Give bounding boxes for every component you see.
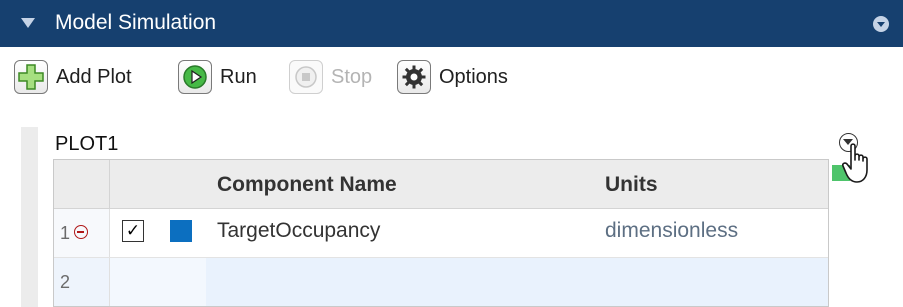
row-number-cell: 1	[54, 209, 110, 257]
row-number: 2	[60, 272, 71, 292]
plot-panel: PLOT1 Component Name Units 1 ✓ TargetOcc…	[0, 110, 903, 307]
panel-header: Model Simulation	[0, 0, 903, 47]
table-header: Component Name Units	[54, 160, 828, 209]
plot-table: Component Name Units 1 ✓ TargetOccupancy…	[53, 159, 829, 307]
stop-icon	[289, 60, 323, 94]
column-header-units[interactable]: Units	[605, 173, 658, 197]
add-plot-button[interactable]: Add Plot	[14, 56, 132, 98]
stop-button[interactable]: Stop	[289, 56, 372, 98]
component-name-cell[interactable]: TargetOccupancy	[217, 219, 380, 243]
run-label: Run	[220, 65, 257, 88]
panel-menu-icon[interactable]	[873, 16, 889, 32]
run-icon	[178, 60, 212, 94]
stop-label: Stop	[331, 65, 373, 88]
gear-icon	[397, 60, 431, 94]
options-button[interactable]: Options	[397, 56, 508, 98]
empty-cell[interactable]	[110, 258, 206, 306]
add-plot-label: Add Plot	[56, 65, 132, 88]
panel-title: Model Simulation	[55, 11, 217, 34]
line-color-swatch[interactable]	[170, 220, 192, 242]
column-header-component-name[interactable]: Component Name	[217, 173, 397, 197]
remove-row-icon[interactable]	[74, 225, 88, 239]
row-number-cell: 2	[54, 258, 110, 306]
run-button[interactable]: Run	[178, 56, 257, 98]
plot-title: PLOT1	[55, 133, 119, 155]
add-plot-icon	[14, 60, 48, 94]
plot-section-rail	[21, 127, 38, 307]
row-visible-checkbox[interactable]: ✓	[122, 220, 144, 242]
row-number: 1	[60, 223, 71, 243]
table-row[interactable]: 1 ✓ TargetOccupancy dimensionless	[54, 209, 828, 258]
options-label: Options	[439, 65, 508, 88]
units-cell[interactable]: dimensionless	[605, 219, 738, 243]
collapse-triangle-icon[interactable]	[21, 18, 35, 28]
hand-cursor-icon	[842, 143, 868, 183]
toolbar: Add Plot Run Stop Options	[0, 48, 903, 106]
row-number-header	[54, 160, 110, 208]
table-row[interactable]: 2	[54, 258, 828, 306]
